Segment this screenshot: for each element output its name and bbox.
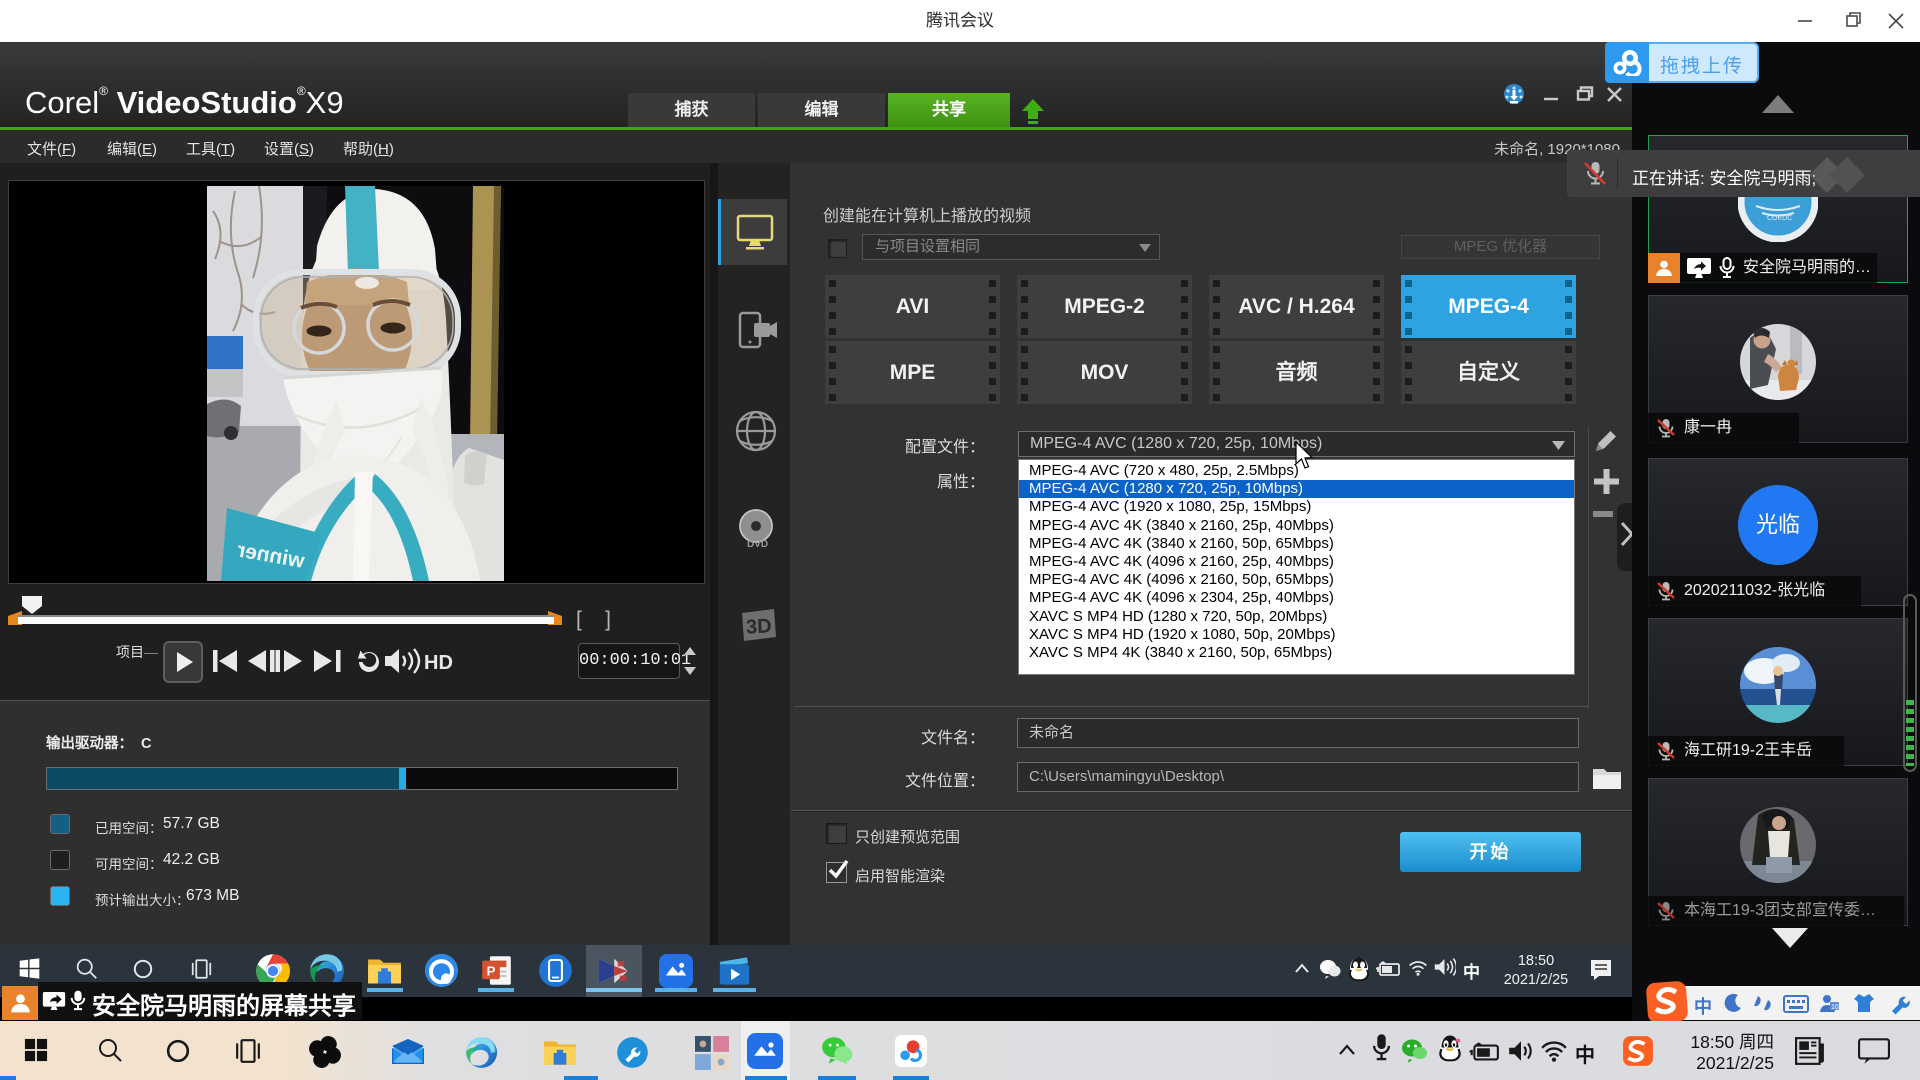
svg-text:P: P (487, 963, 496, 978)
svg-text:COEDC: COEDC (1767, 215, 1792, 222)
svg-text:DVD: DVD (747, 539, 768, 550)
svg-text:HD: HD (424, 652, 453, 674)
svg-text:10: 10 (1831, 1004, 1839, 1011)
svg-text:3D: 3D (745, 615, 772, 638)
